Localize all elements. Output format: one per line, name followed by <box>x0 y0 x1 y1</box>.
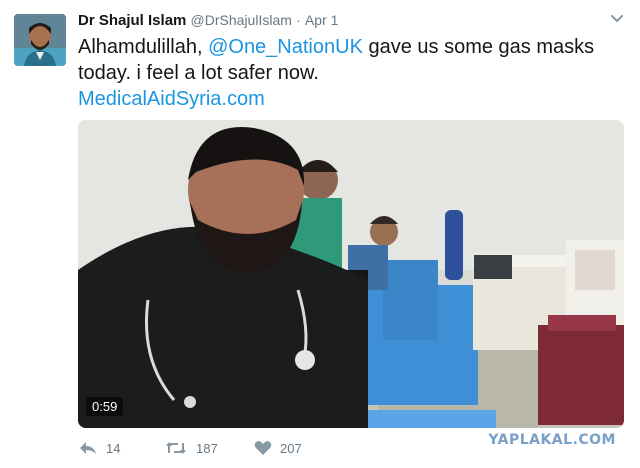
separator-dot: · <box>296 12 301 28</box>
tweet-header: Dr Shajul Islam @DrShajulIslam · Apr 1 <box>78 12 600 34</box>
video-thumbnail <box>78 120 624 428</box>
avatar[interactable] <box>14 14 66 66</box>
tweet-text: Alhamdulillah, @One_NationUK gave us som… <box>78 34 626 112</box>
retweet-button[interactable]: 187 <box>164 440 218 456</box>
heart-icon <box>254 440 272 456</box>
video-duration: 0:59 <box>86 397 124 416</box>
tweet: Dr Shajul Islam @DrShajulIslam · Apr 1 A… <box>0 0 640 468</box>
reply-icon <box>78 440 98 456</box>
display-name[interactable]: Dr Shajul Islam <box>78 12 186 29</box>
reply-count: 14 <box>106 440 121 456</box>
timestamp[interactable]: Apr 1 <box>305 12 338 28</box>
mention-link[interactable]: @One_NationUK <box>208 36 363 58</box>
like-count: 207 <box>280 440 302 456</box>
video-player[interactable]: 0:59 <box>78 120 624 428</box>
tweet-text-part: Alhamdulillah, <box>78 36 209 58</box>
reply-button[interactable]: 14 <box>78 440 120 456</box>
like-button[interactable]: 207 <box>254 440 302 456</box>
retweet-icon <box>164 440 188 456</box>
chevron-down-icon[interactable] <box>608 10 626 28</box>
retweet-count: 187 <box>196 440 218 456</box>
external-link[interactable]: MedicalAidSyria.com <box>78 86 626 112</box>
watermark: YAPLAKAL.COM <box>488 432 616 448</box>
user-handle[interactable]: @DrShajulIslam <box>191 12 292 28</box>
